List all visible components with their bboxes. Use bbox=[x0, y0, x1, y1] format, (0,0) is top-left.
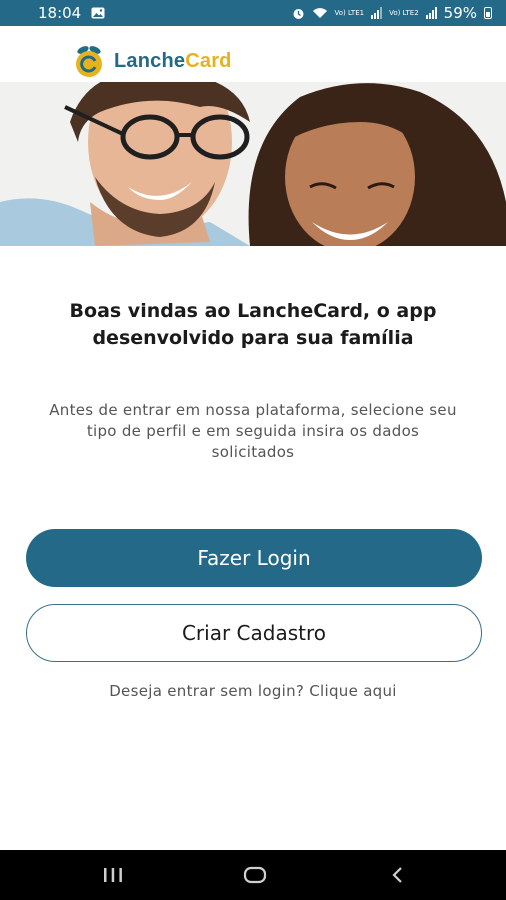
battery-icon bbox=[484, 7, 492, 19]
logo-area: LancheCard bbox=[0, 26, 506, 82]
guest-login-link[interactable]: Deseja entrar sem login? Clique aqui bbox=[0, 682, 506, 700]
logo-text: LancheCard bbox=[114, 50, 232, 73]
recent-apps-button[interactable] bbox=[88, 850, 138, 900]
sim1-label: Vo) LTE1 bbox=[334, 8, 365, 17]
system-nav-bar bbox=[0, 850, 506, 900]
alarm-icon bbox=[293, 8, 303, 19]
home-icon bbox=[243, 866, 267, 884]
logo-mark-icon bbox=[76, 46, 102, 77]
back-button[interactable] bbox=[372, 850, 422, 900]
back-icon bbox=[392, 867, 402, 883]
sim2-label-text: Vo) LTE2 bbox=[389, 8, 419, 17]
welcome-subtitle: Antes de entrar em nossa plataforma, sel… bbox=[49, 401, 457, 461]
signal-icon bbox=[425, 7, 437, 19]
signup-button-label: Criar Cadastro bbox=[181, 621, 327, 645]
gallery-icon bbox=[91, 7, 105, 19]
logo-text-part1: Lanche bbox=[114, 49, 186, 72]
login-button-label: Fazer Login bbox=[197, 546, 311, 570]
login-button[interactable]: Fazer Login bbox=[26, 529, 482, 587]
wifi-icon bbox=[312, 8, 327, 18]
sim2-label: Vo) LTE2 bbox=[389, 8, 419, 17]
welcome-title: Boas vindas ao LancheCard, o app desenvo… bbox=[69, 300, 437, 349]
status-bar: 18:04 Vo) LTE1 Vo) LTE2 59% bbox=[0, 0, 506, 26]
signup-button[interactable]: Criar Cadastro bbox=[26, 604, 482, 662]
hero-image bbox=[0, 82, 506, 246]
status-left: 18:04 bbox=[38, 4, 105, 22]
signal-icon bbox=[371, 7, 383, 19]
status-time: 18:04 bbox=[38, 4, 82, 22]
battery-percent: 59% bbox=[443, 4, 477, 22]
logo-text-part2: Card bbox=[185, 49, 232, 72]
hero-illustration bbox=[0, 82, 506, 246]
lanchecard-logo: LancheCard bbox=[66, 44, 232, 78]
status-right: Vo) LTE1 Vo) LTE2 59% bbox=[292, 4, 492, 22]
recent-apps-icon bbox=[104, 868, 122, 882]
home-button[interactable] bbox=[230, 850, 280, 900]
sim1-label-text: Vo) LTE1 bbox=[334, 8, 365, 17]
